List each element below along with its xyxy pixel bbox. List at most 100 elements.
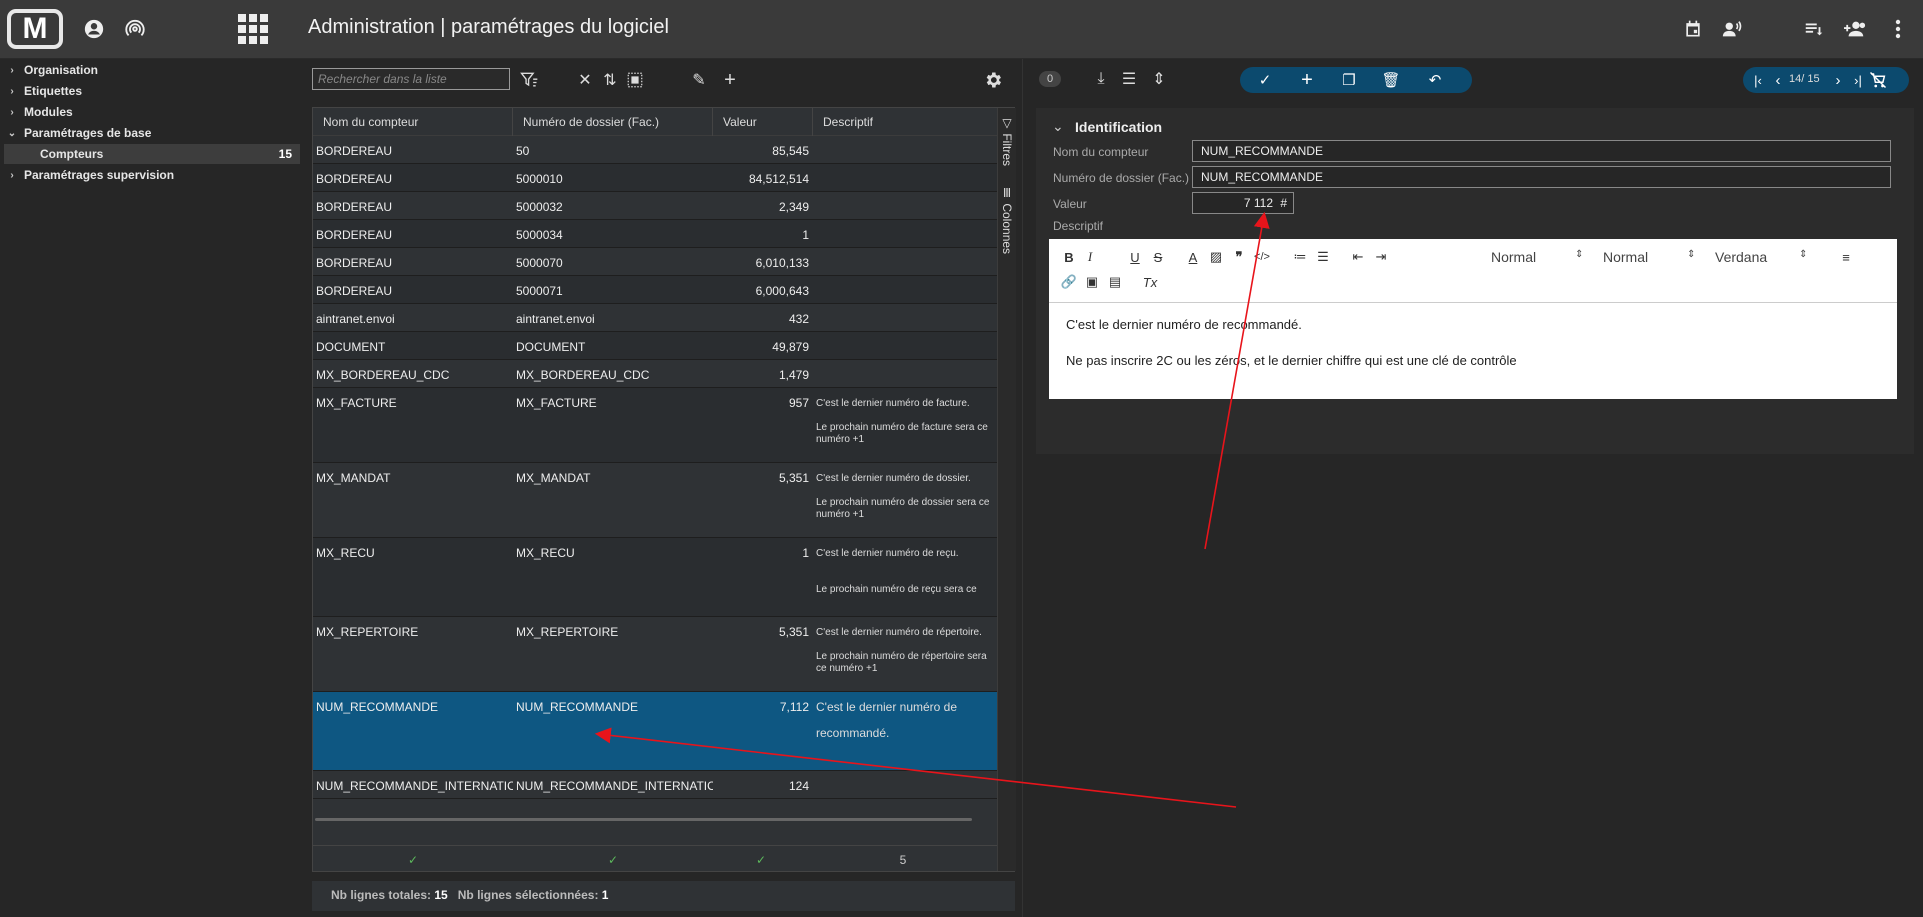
column-header-nom[interactable]: Nom du compteur <box>313 108 513 136</box>
text-color-icon[interactable]: A <box>1183 247 1203 267</box>
table-row[interactable]: BORDEREAU 50 85,545 <box>313 136 997 164</box>
add-icon[interactable]: + <box>1296 69 1318 91</box>
dossier-field[interactable]: NUM_RECOMMANDE <box>1192 166 1891 188</box>
table-row[interactable]: NUM_RECOMMANDE_INTERNATIO... NUM_RECOMMAN… <box>313 771 997 799</box>
playlist-icon[interactable] <box>1801 16 1827 42</box>
rich-text-editor[interactable]: B I U S A ▨ ❞ </> ≔ ☰ ⇤ ⇥ Normal ⇕ Normal… <box>1049 239 1897 399</box>
sidebar-item-parametrages-supervision[interactable]: › Paramétrages supervision <box>0 165 300 185</box>
code-icon[interactable]: </> <box>1252 247 1272 267</box>
chevron-right-icon: › <box>10 85 14 97</box>
link-icon[interactable]: 🔗 <box>1059 272 1079 292</box>
table-cell <box>813 136 997 163</box>
expand-icon[interactable]: ⇕ <box>1147 67 1171 91</box>
tab-filtres[interactable]: ▽ Filtres <box>1000 116 1014 166</box>
table-cell: DOCUMENT <box>516 340 586 354</box>
wrap-text-icon[interactable]: ☰ <box>1117 67 1141 91</box>
clear-format-icon[interactable]: Tx <box>1140 272 1160 292</box>
table-row[interactable]: DOCUMENT DOCUMENT 49,879 <box>313 332 997 360</box>
column-header-valeur[interactable]: Valeur <box>713 108 813 136</box>
table-cell: 5000071 <box>516 284 563 298</box>
horizontal-scrollbar[interactable] <box>315 818 972 821</box>
edit-pencil-icon[interactable]: ✎ <box>687 68 711 92</box>
table-cell: BORDEREAU <box>316 284 393 298</box>
table-row[interactable]: aintranet.envoi aintranet.envoi 432 <box>313 304 997 332</box>
table-row[interactable]: BORDEREAU 5000010 84,512,514 <box>313 164 997 192</box>
account-icon[interactable] <box>81 16 107 42</box>
editor-content[interactable]: C'est le dernier numéro de recommandé. N… <box>1066 316 1517 370</box>
chevron-down-icon[interactable]: ⌄ <box>1052 118 1064 135</box>
sidebar-item-compteurs[interactable]: Compteurs 15 <box>4 144 300 164</box>
table-row[interactable]: BORDEREAU 5000070 6,010,133 <box>313 248 997 276</box>
strikethrough-icon[interactable]: S <box>1148 247 1168 267</box>
gear-icon[interactable] <box>981 68 1005 92</box>
check-icon[interactable]: ✓ <box>1254 69 1276 91</box>
apps-grid-icon[interactable] <box>237 13 269 45</box>
sidebar-item-modules[interactable]: › Modules <box>0 102 300 122</box>
nom-field[interactable]: NUM_RECOMMANDE <box>1192 140 1891 162</box>
last-record-icon[interactable]: ›| <box>1847 69 1869 91</box>
app-logo[interactable]: M <box>7 9 63 49</box>
ordered-list-icon[interactable]: ≔ <box>1290 247 1310 267</box>
table-row[interactable]: MX_MANDAT MX_MANDAT 5,351 C'est le dernier … <box>313 463 997 538</box>
size-select[interactable]: Normal ⇕ <box>1603 249 1695 265</box>
copy-icon[interactable]: ❐ <box>1338 69 1360 91</box>
table-row[interactable]: MX_RECU MX_RECU 1 C'est le dernier numéro d… <box>313 538 997 617</box>
underline-icon[interactable]: U <box>1125 247 1145 267</box>
collapse-icon[interactable]: ⤓ <box>1089 67 1113 91</box>
calendar-icon[interactable] <box>1680 16 1706 42</box>
table-row[interactable]: BORDEREAU 5000071 6,000,643 <box>313 276 997 304</box>
bullet-list-icon[interactable]: ☰ <box>1313 247 1333 267</box>
highlight-icon[interactable]: ▨ <box>1206 247 1226 267</box>
table-row[interactable]: BORDEREAU 5000032 2,349 <box>313 192 997 220</box>
tab-colonnes[interactable]: Ⅲ Colonnes <box>1000 186 1014 254</box>
voice-icon[interactable] <box>1719 16 1745 42</box>
table-row[interactable]: MX_BORDEREAU_CDC MX_BORDEREAU_CDC 1,479 <box>313 360 997 388</box>
image-icon[interactable]: ▣ <box>1082 272 1102 292</box>
next-record-icon[interactable]: › <box>1827 69 1849 91</box>
close-icon[interactable]: ✕ <box>573 68 597 92</box>
header-select[interactable]: Normal ⇕ <box>1491 249 1583 265</box>
bold-icon[interactable]: B <box>1059 247 1079 267</box>
column-header-descriptif[interactable]: Descriptif <box>813 108 997 136</box>
search-input[interactable]: Rechercher dans la liste <box>312 68 510 90</box>
more-vert-icon[interactable] <box>1885 16 1911 42</box>
table-cell: BORDEREAU <box>316 256 393 270</box>
indent-icon[interactable]: ⇥ <box>1371 247 1391 267</box>
cart-off-icon[interactable] <box>1867 69 1889 91</box>
table-cell: 6,010,133 <box>755 256 809 270</box>
count-badge: 15 <box>278 147 292 161</box>
broadcast-icon[interactable] <box>122 16 148 42</box>
table-cell: C'est le dernier numéro de répertoire. L… <box>816 627 987 674</box>
table-cell: aintranet.envoi <box>516 312 595 326</box>
sidebar-item-organisation[interactable]: › Organisation <box>0 60 300 80</box>
table-row[interactable]: NUM_RECOMMANDE NUM_RECOMMANDE 7,112 C'est l… <box>313 692 997 771</box>
table-cell: MX_MANDAT <box>316 471 391 485</box>
video-icon[interactable]: ▤ <box>1105 272 1125 292</box>
sidebar-item-parametrages-de-base[interactable]: ⌄ Paramétrages de base <box>0 123 300 143</box>
table-row[interactable]: MX_REPERTOIRE MX_REPERTOIRE 5,351 C'est le … <box>313 617 997 692</box>
table-row[interactable]: BORDEREAU 5000034 1 <box>313 220 997 248</box>
table-row[interactable]: MX_FACTURE MX_FACTURE 957 C'est le dernier … <box>313 388 997 463</box>
chevron-right-icon: › <box>10 169 14 181</box>
font-select[interactable]: Verdana ⇕ <box>1715 249 1807 265</box>
italic-icon[interactable]: I <box>1080 247 1100 267</box>
table-cell: 85,545 <box>772 144 809 158</box>
add-user-icon[interactable] <box>1840 16 1870 42</box>
delete-icon[interactable]: 🗑 <box>1380 69 1402 91</box>
select-all-icon[interactable] <box>623 68 647 92</box>
sidebar-item-etiquettes[interactable]: › Etiquettes <box>0 81 300 101</box>
filter-list-icon[interactable] <box>517 68 541 92</box>
quote-icon[interactable]: ❞ <box>1229 247 1249 267</box>
outdent-icon[interactable]: ⇤ <box>1348 247 1368 267</box>
align-icon[interactable]: ≡ <box>1836 247 1856 267</box>
notification-badge[interactable]: 0 <box>1039 71 1061 87</box>
prev-record-icon[interactable]: ‹ <box>1767 69 1789 91</box>
column-header-dossier[interactable]: Numéro de dossier (Fac.) <box>513 108 713 136</box>
check-icon: ✓ <box>755 853 767 867</box>
first-record-icon[interactable]: |‹ <box>1747 69 1769 91</box>
valeur-field[interactable]: 7 112 # <box>1192 192 1294 214</box>
sort-icon[interactable]: ⇅ <box>598 68 622 92</box>
undo-icon[interactable]: ↶ <box>1424 69 1446 91</box>
add-icon[interactable]: + <box>718 68 742 92</box>
table-cell: 1 <box>802 546 809 560</box>
